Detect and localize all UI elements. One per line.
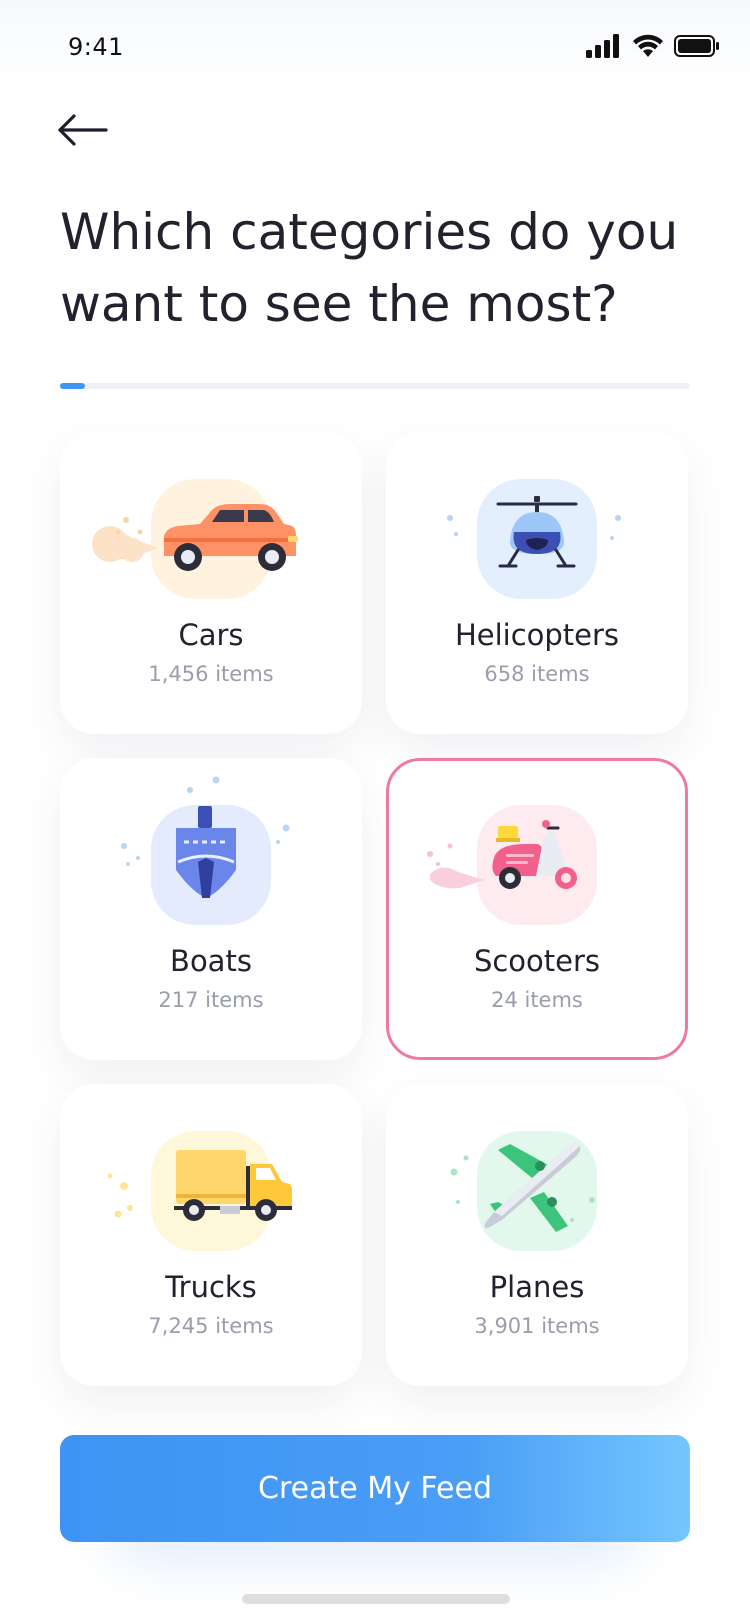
wifi-icon bbox=[633, 34, 663, 57]
category-title: Planes bbox=[489, 1270, 585, 1304]
category-card-trucks[interactable]: Trucks 7,245 items bbox=[60, 1084, 362, 1386]
category-count: 1,456 items bbox=[148, 662, 274, 686]
arrow-left-icon bbox=[58, 114, 108, 146]
category-count: 3,901 items bbox=[474, 1314, 600, 1338]
scooter-icon bbox=[427, 820, 577, 889]
car-icon bbox=[92, 504, 298, 571]
category-title: Cars bbox=[178, 618, 244, 652]
category-card-boats[interactable]: Boats 217 items bbox=[60, 758, 362, 1060]
create-feed-button[interactable]: Create My Feed bbox=[60, 1435, 690, 1542]
progress-fill bbox=[60, 383, 86, 389]
category-card-helicopters[interactable]: Helicopters 658 items bbox=[386, 432, 688, 734]
signal-icon bbox=[586, 34, 619, 58]
helicopter-icon bbox=[447, 496, 621, 568]
status-icons bbox=[586, 32, 720, 60]
category-card-cars[interactable]: Cars 1,456 items bbox=[60, 432, 362, 734]
status-bar: 9:41 bbox=[0, 0, 750, 88]
category-card-planes[interactable]: Planes 3,901 items bbox=[386, 1084, 688, 1386]
category-title: Scooters bbox=[473, 944, 601, 978]
page-title: Which categories do you want to see the … bbox=[60, 203, 679, 333]
truck-icon bbox=[107, 1150, 292, 1221]
progress-bar bbox=[60, 383, 690, 389]
category-count: 24 items bbox=[491, 988, 583, 1012]
plane-icon bbox=[450, 1143, 595, 1232]
category-count: 217 items bbox=[158, 988, 264, 1012]
status-time: 9:41 bbox=[68, 33, 124, 61]
category-title: Trucks bbox=[165, 1270, 257, 1304]
back-button[interactable] bbox=[58, 110, 114, 150]
category-count: 658 items bbox=[484, 662, 590, 686]
category-title: Helicopters bbox=[454, 618, 620, 652]
category-count: 7,245 items bbox=[148, 1314, 274, 1338]
boat-icon bbox=[121, 776, 290, 898]
category-title: Boats bbox=[170, 944, 252, 978]
category-card-scooters[interactable]: Scooters 24 items bbox=[386, 758, 688, 1060]
battery-icon bbox=[674, 35, 719, 57]
home-indicator bbox=[242, 1594, 510, 1604]
